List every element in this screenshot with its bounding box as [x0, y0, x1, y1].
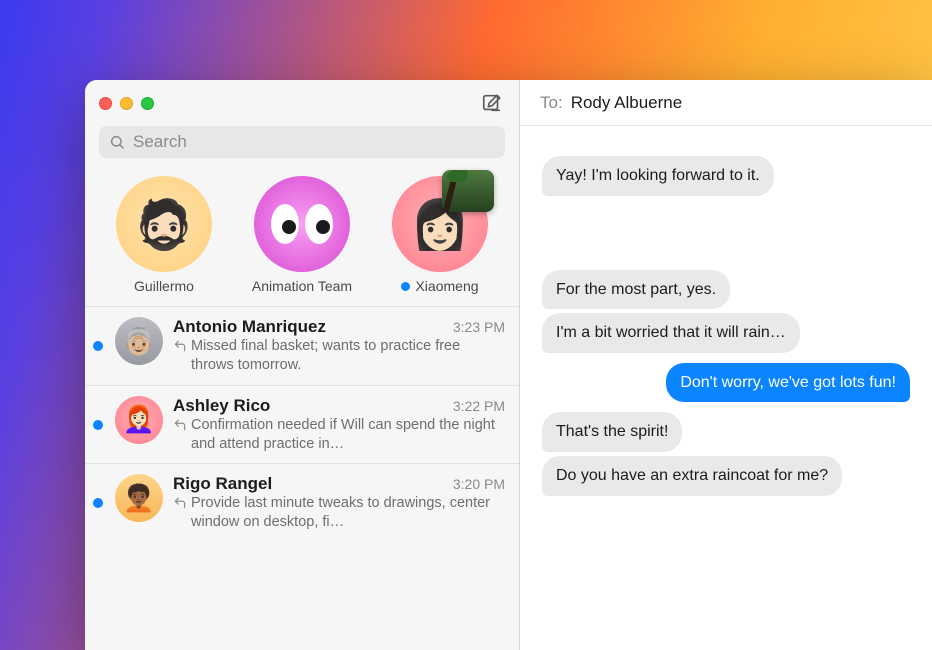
zoom-window-button[interactable] [141, 97, 154, 110]
window-controls [99, 97, 154, 110]
unread-dot-icon [93, 420, 103, 430]
reply-arrow-icon [173, 339, 187, 375]
titlebar [85, 80, 519, 126]
unread-dot-icon [93, 498, 103, 508]
conversation-name: Rigo Rangel [173, 474, 272, 494]
pinned-conversation[interactable]: Animation Team [240, 176, 364, 294]
conversation-time: 3:22 PM [453, 398, 505, 414]
pinned-row: 🧔🏻 Guillermo Animation Team 👩🏻 Xiaomeng [85, 168, 519, 304]
reply-arrow-icon [173, 496, 187, 532]
avatar [254, 176, 350, 272]
conversation-time: 3:20 PM [453, 476, 505, 492]
avatar: 👩🏻 [392, 176, 488, 272]
conversation-preview: Provide last minute tweaks to drawings, … [173, 494, 505, 532]
avatar: 👵🏼 [115, 317, 163, 365]
search-field[interactable] [99, 126, 505, 158]
search-icon [109, 134, 125, 150]
conversation-row[interactable]: 👵🏼 Antonio Manriquez 3:23 PM Missed final b… [85, 306, 519, 385]
minimize-window-button[interactable] [120, 97, 133, 110]
conversation-preview: Confirmation needed if Will can spend th… [173, 416, 505, 454]
to-label: To: [540, 93, 563, 113]
unread-dot-icon [93, 341, 103, 351]
conversation-pane: To: Rody Albuerne Yay! I'm looking forwa… [520, 80, 932, 650]
desktop-wallpaper: 🧔🏻 Guillermo Animation Team 👩🏻 Xiaomeng 👵🏼 An… [0, 0, 932, 650]
search-input[interactable] [133, 132, 495, 152]
conversation-name: Ashley Rico [173, 396, 270, 416]
memoji-icon: 🧔🏻 [116, 176, 212, 272]
memoji-icon: 🧑🏾‍🦱 [115, 474, 163, 522]
received-message-bubble[interactable]: For the most part, yes. [542, 270, 730, 310]
conversation-row[interactable]: 🧑🏾‍🦱 Rigo Rangel 3:20 PM Provide last minut… [85, 463, 519, 542]
pinned-conversation[interactable]: 🧔🏻 Guillermo [102, 176, 226, 294]
shared-photo-thumbnail [442, 170, 494, 212]
memoji-icon: 👵🏼 [115, 317, 163, 365]
conversation-time: 3:23 PM [453, 319, 505, 335]
received-message-bubble[interactable]: Do you have an extra raincoat for me? [542, 456, 842, 496]
pinned-label: Xiaomeng [401, 278, 478, 294]
avatar: 🧔🏻 [116, 176, 212, 272]
avatar: 👩🏻‍🦰 [115, 396, 163, 444]
to-recipient[interactable]: Rody Albuerne [571, 93, 683, 113]
pinned-label: Guillermo [134, 278, 194, 294]
unread-dot-icon [401, 282, 410, 291]
sent-message-bubble[interactable]: Don't worry, we've got lots fun! [666, 363, 910, 403]
received-message-bubble[interactable]: Yay! I'm looking forward to it. [542, 156, 774, 196]
received-message-bubble[interactable]: That's the spirit! [542, 412, 682, 452]
compose-button[interactable] [479, 90, 505, 116]
sidebar: 🧔🏻 Guillermo Animation Team 👩🏻 Xiaomeng 👵🏼 An… [85, 80, 520, 650]
compose-icon [481, 92, 503, 114]
message-thread: Yay! I'm looking forward to it. For the m… [520, 126, 932, 650]
pinned-label: Animation Team [252, 278, 352, 294]
messages-window: 🧔🏻 Guillermo Animation Team 👩🏻 Xiaomeng 👵🏼 An… [85, 80, 932, 650]
reply-arrow-icon [173, 418, 187, 454]
received-message-bubble[interactable]: I'm a bit worried that it will rain… [542, 313, 800, 353]
pinned-conversation[interactable]: 👩🏻 Xiaomeng [378, 176, 502, 294]
eyes-icon [254, 176, 350, 272]
conversation-name: Antonio Manriquez [173, 317, 326, 337]
conversation-row[interactable]: 👩🏻‍🦰 Ashley Rico 3:22 PM Confirmation neede… [85, 385, 519, 464]
conversation-list: 👵🏼 Antonio Manriquez 3:23 PM Missed final b… [85, 304, 519, 650]
avatar: 🧑🏾‍🦱 [115, 474, 163, 522]
close-window-button[interactable] [99, 97, 112, 110]
to-bar: To: Rody Albuerne [520, 80, 932, 126]
conversation-preview: Missed final basket; wants to practice f… [173, 337, 505, 375]
memoji-icon: 👩🏻‍🦰 [115, 396, 163, 444]
